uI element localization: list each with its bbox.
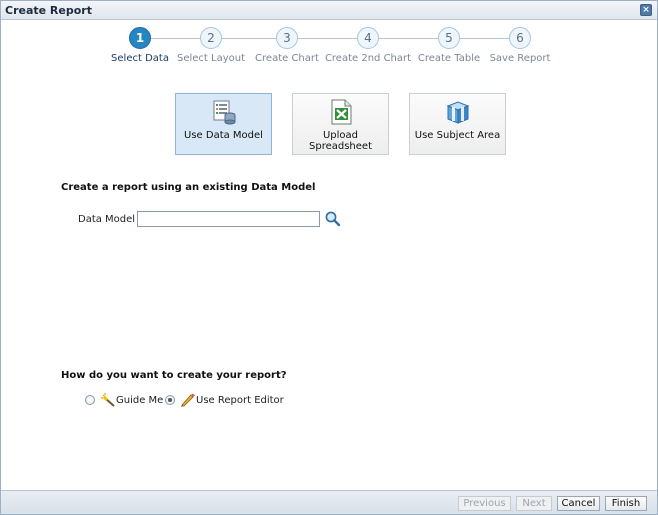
data-model-label: Data Model xyxy=(78,214,136,225)
step-number: 6 xyxy=(509,27,531,49)
step-label: Create Chart xyxy=(255,53,319,64)
upload-spreadsheet-button[interactable]: Upload Spreadsheet xyxy=(292,93,389,155)
magnifier-icon[interactable] xyxy=(324,210,341,227)
title-bar: Create Report × xyxy=(1,1,657,20)
option-use-report-editor[interactable]: Use Report Editor xyxy=(165,393,284,407)
use-report-editor-radio[interactable] xyxy=(165,395,175,405)
step-label: Create 2nd Chart xyxy=(324,53,412,64)
data-model-icon xyxy=(213,100,236,125)
step-number: 1 xyxy=(129,27,151,49)
next-button[interactable]: Next xyxy=(516,496,552,511)
step-number: 3 xyxy=(276,27,298,49)
source-label: Upload Spreadsheet xyxy=(309,130,372,152)
step-label: Save Report xyxy=(489,53,551,64)
option-guide-me[interactable]: Guide Me xyxy=(85,393,163,407)
subject-area-icon xyxy=(446,101,470,124)
cancel-button[interactable]: Cancel xyxy=(557,496,600,511)
close-button[interactable]: × xyxy=(640,4,652,16)
wizard-train: 1 Select Data 2 Select Layout 3 Create C… xyxy=(1,27,658,69)
data-model-heading: Create a report using an existing Data M… xyxy=(61,182,316,193)
use-data-model-button[interactable]: Use Data Model xyxy=(175,93,272,155)
train-step-save-report[interactable]: 6 Save Report xyxy=(475,27,565,64)
previous-button[interactable]: Previous xyxy=(458,496,511,511)
finish-button[interactable]: Finish xyxy=(605,496,647,511)
step-number: 5 xyxy=(438,27,460,49)
step-number: 2 xyxy=(200,27,222,49)
step-number: 4 xyxy=(357,27,379,49)
create-report-dialog: Create Report × 1 Select Data 2 Select L… xyxy=(0,0,658,515)
guide-me-radio[interactable] xyxy=(85,395,95,405)
dialog-footer: Previous Next Cancel Finish xyxy=(1,490,657,514)
data-model-input[interactable] xyxy=(137,211,320,227)
train-step-create-2nd-chart[interactable]: 4 Create 2nd Chart xyxy=(323,27,413,64)
pencil-icon xyxy=(181,393,195,407)
use-subject-area-button[interactable]: Use Subject Area xyxy=(409,93,506,155)
source-label: Use Subject Area xyxy=(414,130,501,141)
excel-icon xyxy=(331,99,352,125)
use-report-editor-label[interactable]: Use Report Editor xyxy=(196,395,284,406)
wand-icon xyxy=(101,393,115,407)
dialog-title: Create Report xyxy=(5,4,92,17)
train-step-create-chart[interactable]: 3 Create Chart xyxy=(242,27,332,64)
guide-me-label[interactable]: Guide Me xyxy=(116,395,163,406)
source-label: Use Data Model xyxy=(184,130,263,141)
mode-heading: How do you want to create your report? xyxy=(61,370,287,381)
